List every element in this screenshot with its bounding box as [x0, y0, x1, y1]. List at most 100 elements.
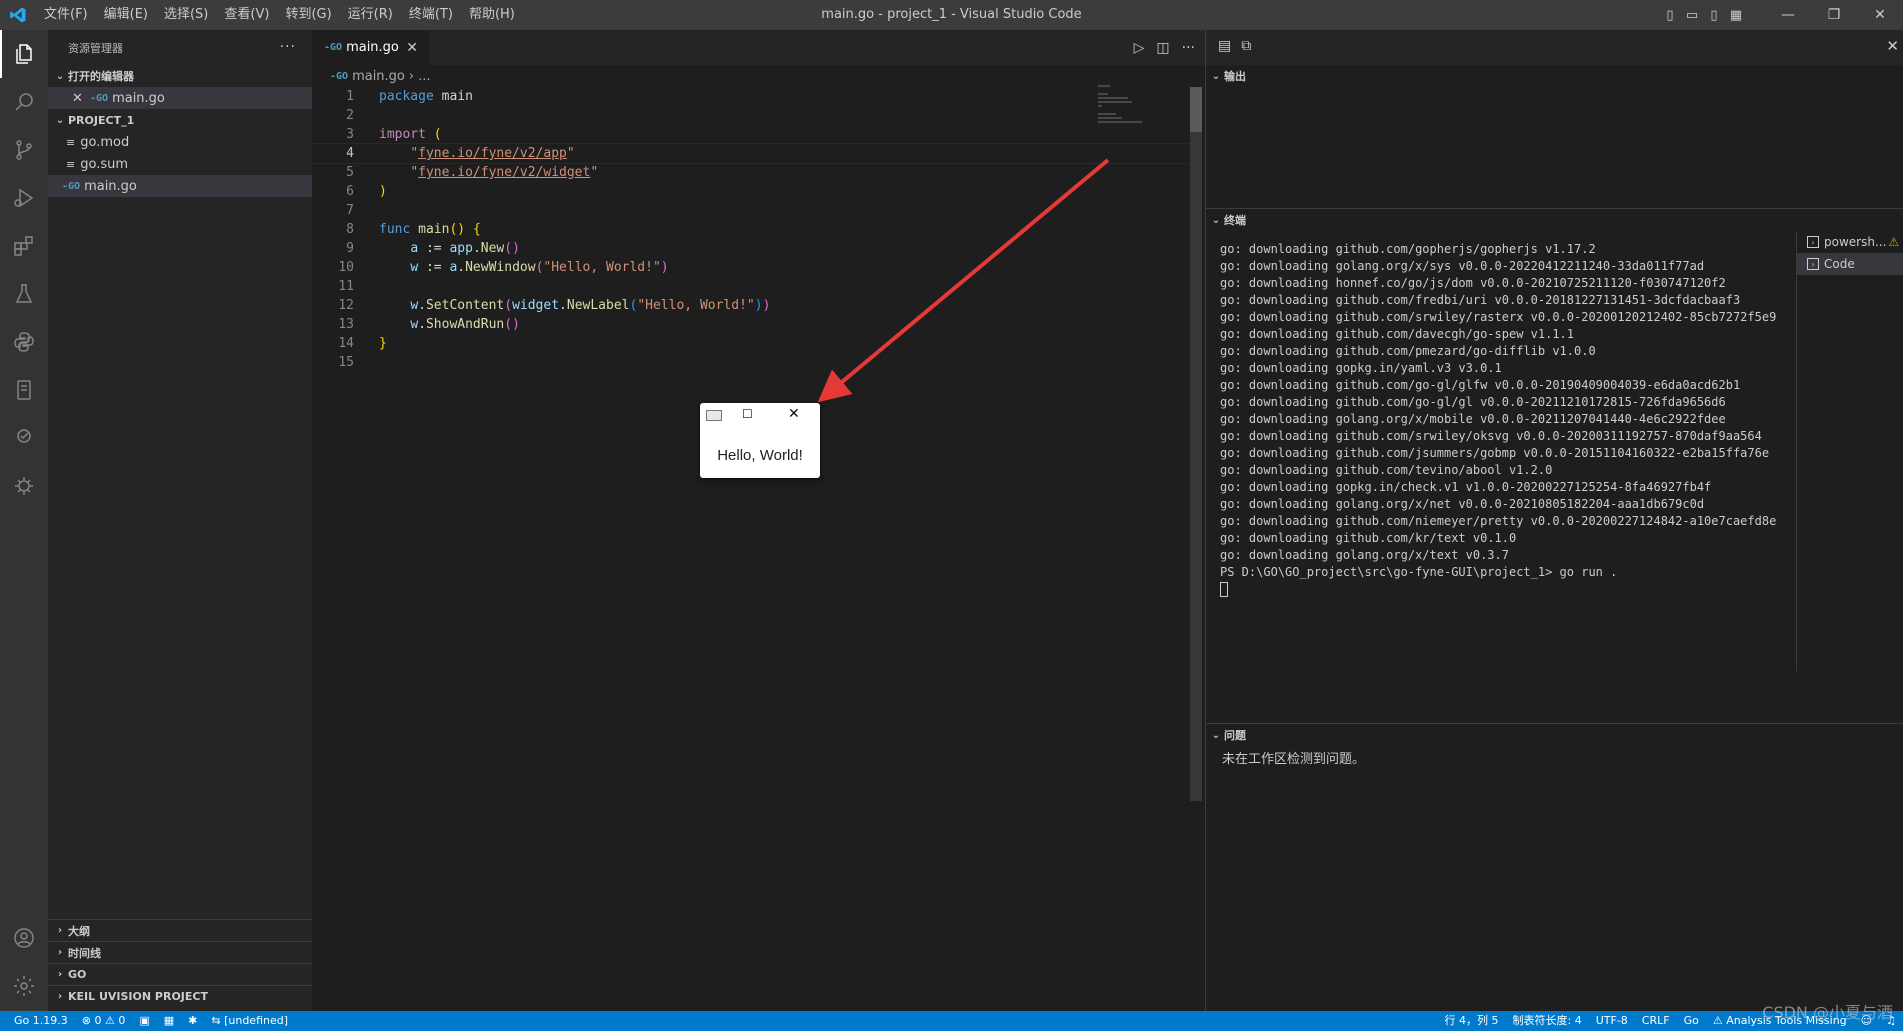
hello-world-window[interactable]: ☐ ✕ Hello, World! [700, 403, 820, 478]
tab-main-go[interactable]: -GO main.go ✕ [312, 30, 430, 65]
output-title: 输出 [1224, 70, 1246, 83]
minimize-button[interactable]: — [1765, 0, 1811, 30]
terminal-view-icon[interactable]: ⧉ [1241, 38, 1251, 54]
code-line: 10 w := a.NewWindow("Hello, World!") [312, 258, 1192, 277]
end-of-line[interactable]: CRLF [1635, 1011, 1677, 1031]
output-pane-header[interactable]: ⌄ 输出 [1206, 65, 1903, 87]
minimap[interactable] [1098, 85, 1188, 125]
line-number: 10 [338, 260, 354, 275]
menu-go[interactable]: 转到(G) [277, 0, 339, 30]
problems-pane-header[interactable]: ⌄ 问题 [1206, 724, 1903, 746]
close-window-button[interactable]: ✕ [1857, 0, 1903, 30]
close-panel-icon[interactable]: ✕ [1886, 37, 1899, 55]
terminal-line: go: downloading honnef.co/go/js/dom v0.0… [1220, 276, 1726, 290]
keil-icon[interactable]: ▣ [132, 1011, 156, 1031]
terminal-line: go: downloading gopkg.in/yaml.v3 v3.0.1 [1220, 361, 1502, 375]
menu-help[interactable]: 帮助(H) [461, 0, 523, 30]
file-item-go-sum[interactable]: ≡ go.sum [48, 153, 312, 175]
outline-section[interactable]: › 大纲 [48, 919, 312, 941]
explorer-icon[interactable] [0, 30, 48, 78]
file-item-main-go[interactable]: -GO main.go [48, 175, 312, 197]
hello-window-titlebar[interactable]: ☐ ✕ [700, 403, 820, 429]
settings-gear-icon[interactable] [0, 962, 48, 1010]
menu-file[interactable]: 文件(F) [36, 0, 96, 30]
menu-terminal[interactable]: 终端(T) [401, 0, 461, 30]
tab-size[interactable]: 制表符长度: 4 [1506, 1011, 1589, 1031]
line-number: 11 [338, 279, 354, 294]
cmsis-icon[interactable] [0, 414, 48, 462]
menu-edit[interactable]: 编辑(E) [96, 0, 156, 30]
terminal-line: go: downloading golang.org/x/net v0.0.0-… [1220, 497, 1705, 511]
breadcrumb-file[interactable]: main.go [352, 69, 405, 84]
testing-icon[interactable] [0, 270, 48, 318]
editor-scrollbar-thumb[interactable] [1190, 87, 1202, 132]
project-section[interactable]: ⌄ PROJECT_1 [48, 109, 312, 131]
code-line-current: 4 "fyne.io/fyne/v2/app" [311, 143, 1193, 164]
editor-scrollbar[interactable] [1190, 87, 1202, 801]
toggle-panel-icon[interactable]: ▭ [1681, 0, 1703, 30]
menu-selection[interactable]: 选择(S) [156, 0, 216, 30]
menu-view[interactable]: 查看(V) [216, 0, 277, 30]
open-editor-item[interactable]: ✕ -GO main.go [48, 87, 312, 109]
code-line: 13 w.ShowAndRun() [312, 315, 1192, 334]
file-lines-icon: ≡ [66, 157, 76, 171]
go-section[interactable]: › GO [48, 963, 312, 985]
run-debug-icon[interactable] [0, 174, 48, 222]
more-actions-icon[interactable]: ··· [1182, 40, 1195, 56]
terminal-tab-powershell[interactable]: › powersh... ⚠ [1797, 231, 1903, 253]
terminal-output[interactable]: go: downloading github.com/gopherjs/goph… [1220, 241, 1780, 598]
cursor-position[interactable]: 行 4，列 5 [1438, 1011, 1506, 1031]
file-lines-icon: ≡ [66, 135, 76, 149]
embedded-icon[interactable] [0, 462, 48, 510]
maximize-icon[interactable]: ☐ [742, 407, 753, 421]
split-editor-icon[interactable]: ◫ [1156, 40, 1169, 56]
encoding[interactable]: UTF-8 [1589, 1011, 1635, 1031]
bug-icon[interactable]: ✱ [181, 1011, 204, 1031]
terminal-line: go: downloading github.com/kr/text v0.1.… [1220, 531, 1517, 545]
go-version[interactable]: Go 1.19.3 [0, 1011, 75, 1031]
close-tab-icon[interactable]: ✕ [406, 40, 418, 56]
code-view[interactable]: 1 package main 2 3 import ( 4 "fyne.io/fyn… [311, 87, 1193, 372]
problems-status[interactable]: ⊗ 0 ⚠ 0 [75, 1011, 133, 1031]
terminal-icon: › [1807, 258, 1819, 270]
terminal-tab-code[interactable]: › Code [1797, 253, 1903, 275]
extensions-icon[interactable] [0, 222, 48, 270]
close-icon[interactable]: ✕ [788, 406, 800, 422]
line-number: 7 [346, 203, 354, 218]
customize-layout-icon[interactable]: ▦ [1725, 0, 1747, 30]
line-number: 12 [338, 298, 354, 313]
hello-label: Hello, World! [717, 447, 803, 464]
line-number: 13 [338, 317, 354, 332]
python-icon[interactable] [0, 318, 48, 366]
breadcrumb-more[interactable]: ... [418, 69, 430, 84]
more-actions-icon[interactable]: ··· [280, 39, 296, 55]
search-icon[interactable] [0, 78, 48, 126]
open-editors-section[interactable]: ⌄ 打开的编辑器 [48, 65, 312, 87]
terminal-pane: ⌄ 终端 go: downloading github.com/gopherjs… [1206, 208, 1903, 722]
file-item-go-mod[interactable]: ≡ go.mod [48, 131, 312, 153]
account-icon[interactable] [0, 914, 48, 962]
terminal-line: go: downloading github.com/jsummers/gobm… [1220, 446, 1770, 460]
language-mode[interactable]: Go [1677, 1011, 1706, 1031]
keil-project-section[interactable]: › KEIL UVISION PROJECT [48, 985, 312, 1007]
file-label: go.sum [80, 156, 129, 172]
run-file-icon[interactable]: ▷ [1134, 40, 1145, 56]
output-view-icon[interactable]: ▤ [1218, 38, 1231, 54]
chevron-right-icon: › [57, 925, 63, 936]
timeline-section[interactable]: › 时间线 [48, 941, 312, 963]
device-icon[interactable] [0, 366, 48, 414]
terminal-line: go: downloading github.com/gopherjs/goph… [1220, 242, 1596, 256]
toggle-secondary-sidebar-icon[interactable]: ▯ [1703, 0, 1725, 30]
toggle-sidebar-icon[interactable]: ▯ [1659, 0, 1681, 30]
source-control-icon[interactable] [0, 126, 48, 174]
app-window-icon [706, 410, 722, 421]
section-label: GO [68, 968, 87, 981]
sync-status[interactable]: ⇆ [undefined] [204, 1011, 295, 1031]
editor-area: -GO main.go ✕ ▷ ◫ ··· -GO main.go › ... … [311, 30, 1205, 1011]
restore-button[interactable]: ❐ [1811, 0, 1857, 30]
warning-count: 0 [118, 1014, 126, 1027]
menu-run[interactable]: 运行(R) [340, 0, 401, 30]
terminal-pane-header[interactable]: ⌄ 终端 [1206, 209, 1903, 231]
board-icon[interactable]: ▦ [157, 1011, 181, 1031]
close-icon[interactable]: ✕ [72, 91, 90, 106]
